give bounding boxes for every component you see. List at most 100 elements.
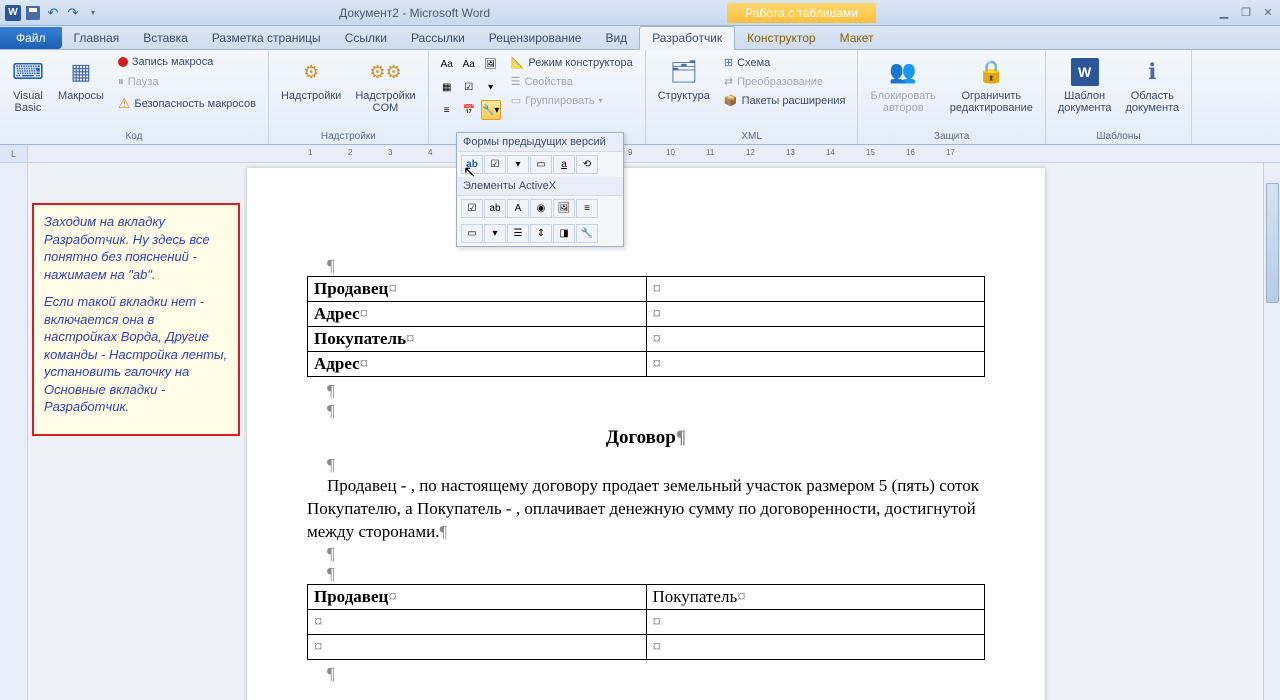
document-panel-button[interactable]: ℹ Область документа xyxy=(1121,54,1183,116)
activex-spin-button[interactable]: ⇕ xyxy=(530,224,552,243)
document-template-button[interactable]: W Шаблон документа xyxy=(1054,54,1116,116)
popup-legacy-forms-header: Формы предыдущих версий xyxy=(457,133,623,152)
tab-view[interactable]: Вид xyxy=(593,27,639,49)
structure-button[interactable]: 🗂 Структура xyxy=(654,54,714,104)
minimize-button[interactable]: ▁ xyxy=(1216,6,1232,20)
transformation-button: ⇄Преобразование xyxy=(720,73,850,90)
record-macro-button[interactable]: Запись макроса xyxy=(114,54,260,70)
restore-button[interactable]: ❐ xyxy=(1238,6,1254,20)
popup-activex-header: Элементы ActiveX xyxy=(457,177,623,196)
tab-page-layout[interactable]: Разметка страницы xyxy=(200,27,333,49)
properties-button: ☰Свойства xyxy=(507,73,637,90)
table-row: Продавец xyxy=(308,277,985,302)
table-row: Адрес xyxy=(308,352,985,377)
redo-button[interactable]: ↷ xyxy=(64,4,82,22)
date-picker-control-button[interactable]: 📅 xyxy=(459,100,479,120)
activex-checkbox-button[interactable]: ☑ xyxy=(461,199,483,218)
macro-security-button[interactable]: ⚠Безопасность макросов xyxy=(114,93,260,114)
tab-developer[interactable]: Разработчик xyxy=(639,26,735,50)
legacy-checkbox-button[interactable]: ☑ xyxy=(484,155,506,174)
table-row: Покупатель xyxy=(308,327,985,352)
qat-customize[interactable]: ▾ xyxy=(84,4,102,22)
group-templates: W Шаблон документа ℹ Область документа Ш… xyxy=(1046,50,1192,144)
activex-listbox-button[interactable]: ☰ xyxy=(507,224,529,243)
horizontal-ruler[interactable]: L 123 456 789 101112 131415 1617 xyxy=(0,145,1280,163)
activex-combobox-button[interactable]: ▾ xyxy=(484,224,506,243)
vertical-scrollbar[interactable] xyxy=(1263,163,1280,700)
group-addins-label: Надстройки xyxy=(277,129,420,142)
document-page[interactable]: Продавец Адрес Покупатель Адрес Договор … xyxy=(247,168,1045,700)
scrollbar-thumb[interactable] xyxy=(1266,183,1279,303)
activex-more-button[interactable]: 🔧 xyxy=(576,224,598,243)
table-row xyxy=(308,634,985,659)
file-tab[interactable]: Файл xyxy=(0,27,62,49)
undo-button[interactable]: ↶ xyxy=(44,4,62,22)
app-icon[interactable]: W xyxy=(4,4,22,22)
block-authors-button: 👥 Блокировать авторов xyxy=(866,54,939,116)
picture-control-button[interactable]: 🖼 xyxy=(481,54,501,74)
window-controls: ▁ ❐ ✕ xyxy=(1216,6,1276,20)
legacy-frame-button[interactable]: ▭ xyxy=(530,155,552,174)
vertical-ruler[interactable] xyxy=(0,163,28,700)
paragraph-mark xyxy=(327,256,985,276)
legacy-tools-button[interactable]: 🔧▾ xyxy=(481,100,501,120)
plain-text-control-button[interactable]: Aa xyxy=(459,54,479,74)
legacy-reset-button[interactable]: ⟲ xyxy=(576,155,598,174)
tab-table-layout[interactable]: Макет xyxy=(828,27,886,49)
group-addins: ⚙ Надстройки ⚙⚙ Надстройки COM Надстройк… xyxy=(269,50,429,144)
group-templates-label: Шаблоны xyxy=(1054,129,1183,142)
document-area[interactable]: Заходим на вкладку Разработчик. Ну здесь… xyxy=(28,163,1280,700)
visual-basic-button[interactable]: ⌨ Visual Basic xyxy=(8,54,48,116)
rich-text-control-button[interactable]: Aa xyxy=(437,54,457,74)
group-xml: 🗂 Структура ⊞Схема ⇄Преобразование 📦Паке… xyxy=(646,50,859,144)
expansion-packs-button[interactable]: 📦Пакеты расширения xyxy=(720,92,850,109)
checkbox-control-button[interactable]: ☑ xyxy=(459,77,479,97)
activex-toggle-button[interactable]: ◨ xyxy=(553,224,575,243)
activex-scrollbar-button[interactable]: ≡ xyxy=(576,199,598,218)
schema-button[interactable]: ⊞Схема xyxy=(720,54,850,71)
annotation-callout: Заходим на вкладку Разработчик. Ну здесь… xyxy=(32,203,240,436)
main-area: Заходим на вкладку Разработчик. Ну здесь… xyxy=(0,163,1280,700)
quick-access-toolbar: W ↶ ↷ ▾ xyxy=(4,4,102,22)
activex-label-button[interactable]: A xyxy=(507,199,529,218)
legacy-tools-popup: Формы предыдущих версий ab ☑ ▾ ▭ a ⟲ Эле… xyxy=(456,132,624,247)
activex-option-button[interactable]: ◉ xyxy=(530,199,552,218)
com-addins-button[interactable]: ⚙⚙ Надстройки COM xyxy=(351,54,419,116)
group-code-label: Код xyxy=(8,129,260,142)
document-table-1[interactable]: Продавец Адрес Покупатель Адрес xyxy=(307,276,985,377)
legacy-text-field-button[interactable]: ab xyxy=(461,155,483,174)
activex-button-button[interactable]: ▭ xyxy=(461,224,483,243)
document-heading: Договор xyxy=(307,427,985,449)
building-block-control-button[interactable]: ▦ xyxy=(437,77,457,97)
ruler-scale: 123 456 789 101112 131415 1617 xyxy=(28,145,1280,162)
group-code: ⌨ Visual Basic ▦ Макросы Запись макроса … xyxy=(0,50,269,144)
tab-insert[interactable]: Вставка xyxy=(131,27,200,49)
activex-image-button[interactable]: 🖼 xyxy=(553,199,575,218)
tab-home[interactable]: Главная xyxy=(62,27,132,49)
macros-button[interactable]: ▦ Макросы xyxy=(54,54,108,104)
addins-button[interactable]: ⚙ Надстройки xyxy=(277,54,345,104)
group-xml-label: XML xyxy=(654,129,850,142)
document-table-2[interactable]: ПродавецПокупатель xyxy=(307,584,985,660)
tab-mailings[interactable]: Рассылки xyxy=(399,27,477,49)
legacy-dropdown-button[interactable]: ▾ xyxy=(507,155,529,174)
paragraph-mark xyxy=(327,664,985,684)
restrict-editing-button[interactable]: 🔒 Ограничить редактирование xyxy=(946,54,1037,116)
paragraph-mark xyxy=(327,564,985,584)
tab-review[interactable]: Рецензирование xyxy=(477,27,594,49)
tab-table-design[interactable]: Конструктор xyxy=(735,27,827,49)
ribbon-tabs: Файл Главная Вставка Разметка страницы С… xyxy=(0,26,1280,50)
document-paragraph: Продавец - , по настоящему договору прод… xyxy=(307,475,985,544)
combobox-control-button[interactable]: ▾ xyxy=(481,77,501,97)
tab-selector[interactable]: L xyxy=(0,145,28,162)
activex-textbox-button[interactable]: ab xyxy=(484,199,506,218)
pause-recording-button: ⏸Пауза xyxy=(114,72,260,91)
paragraph-mark xyxy=(327,401,985,421)
tab-references[interactable]: Ссылки xyxy=(333,27,399,49)
design-mode-button[interactable]: 📐Режим конструктора xyxy=(507,54,637,71)
dropdown-control-button[interactable]: ≡ xyxy=(437,100,457,120)
save-button[interactable] xyxy=(24,4,42,22)
legacy-shading-button[interactable]: a xyxy=(553,155,575,174)
close-button[interactable]: ✕ xyxy=(1260,6,1276,20)
group-protect-label: Защита xyxy=(866,129,1036,142)
